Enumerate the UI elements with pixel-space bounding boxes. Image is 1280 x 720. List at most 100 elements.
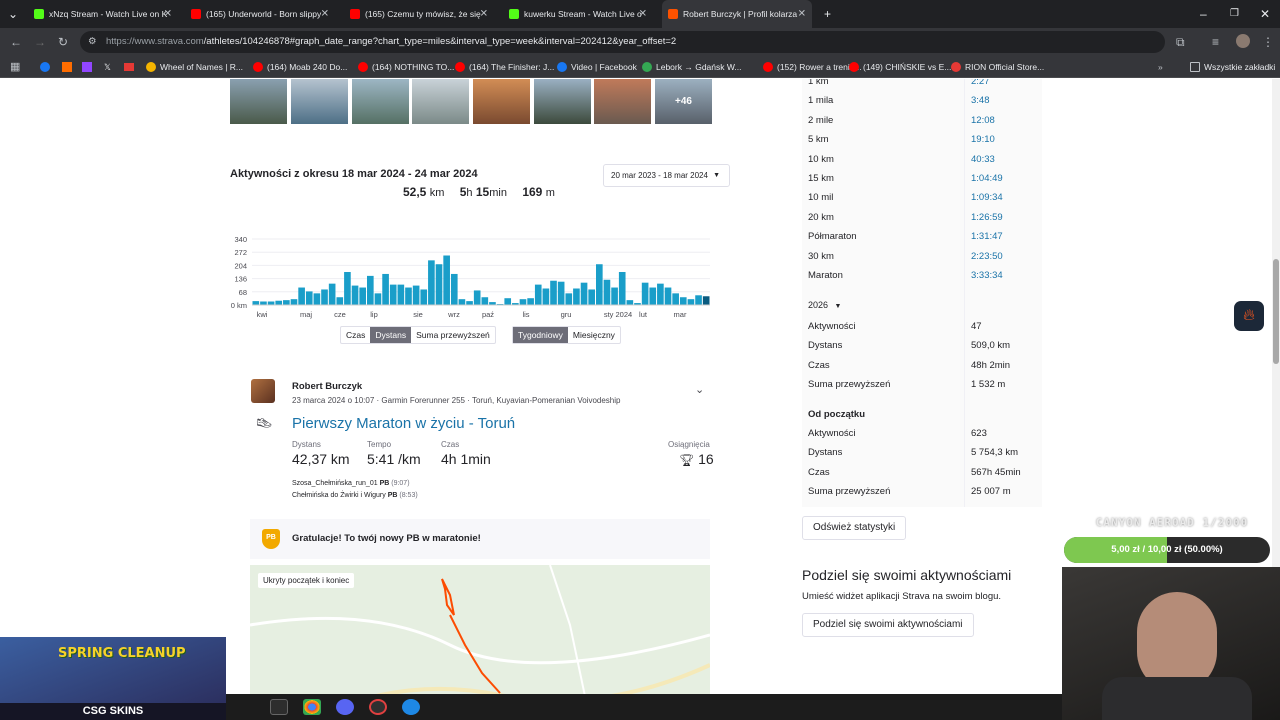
chart-bar[interactable] [534, 284, 542, 305]
bookmark-item[interactable]: Lebork → Gdańsk W... [642, 56, 742, 78]
best-effort-link[interactable]: 40:33 [971, 150, 995, 169]
browser-tab[interactable]: kuwerku Stream - Watch Live o ✕ [503, 4, 653, 24]
address-bar[interactable]: ⚙ https://www.strava.com/athletes/104246… [80, 31, 1165, 53]
chart-bar[interactable] [573, 288, 580, 306]
chart-bar[interactable] [611, 287, 618, 305]
best-effort-link[interactable]: 3:48 [971, 91, 990, 110]
chart-bar[interactable] [702, 296, 710, 305]
tab-close-icon[interactable]: ✕ [798, 9, 806, 20]
bookmark-item[interactable]: (164) The Finisher: J... [455, 56, 554, 78]
bookmark-item[interactable]: (149) CHIŃSKIE vs E... [849, 56, 951, 78]
chart-bar[interactable] [565, 293, 573, 305]
chart-bar[interactable] [290, 299, 298, 305]
chart-bar[interactable] [412, 285, 420, 305]
chart-bar[interactable] [519, 299, 527, 305]
more-photos-button[interactable]: +46 [655, 79, 712, 124]
all-bookmarks[interactable]: Wszystkie zakładki [1190, 56, 1275, 78]
back-icon[interactable]: ← [10, 28, 22, 56]
metric-elevation-button[interactable]: Suma przewyższeń [411, 327, 495, 343]
chart-bar[interactable] [405, 287, 412, 305]
menu-icon[interactable]: ⋮ [1262, 28, 1274, 56]
chart-bar[interactable] [695, 295, 702, 305]
reload-icon[interactable]: ↻ [58, 28, 68, 56]
chart-bar[interactable] [351, 285, 359, 305]
best-effort-link[interactable]: 19:10 [971, 130, 995, 149]
chart-bar[interactable] [305, 291, 313, 305]
browser-tab[interactable]: xNzq Stream - Watch Live on K ✕ [28, 4, 178, 24]
photo-thumb[interactable] [594, 79, 651, 124]
bookmark-item[interactable]: Video | Facebook [557, 56, 637, 78]
orange-app-icon[interactable] [62, 62, 72, 72]
bookmark-item[interactable]: (164) NOTHING TO... [358, 56, 454, 78]
chart-bar[interactable] [389, 284, 397, 305]
chart-bar[interactable] [664, 287, 672, 305]
chart-bar[interactable] [298, 287, 305, 305]
chart-bar[interactable] [542, 288, 550, 306]
media-icon[interactable]: ≡ [1212, 28, 1219, 56]
twitch-icon[interactable] [82, 62, 92, 72]
browser-tab[interactable]: Robert Burczyk | Profil kolarza ✕ [662, 0, 812, 28]
share-activities-button[interactable]: Podziel się swoimi aktywnościami [802, 613, 974, 637]
photo-thumb[interactable] [230, 79, 287, 124]
chart-bar[interactable] [367, 275, 374, 305]
interval-weekly-button[interactable]: Tygodniowy [513, 327, 568, 343]
best-effort-link[interactable]: 2:27 [971, 79, 990, 91]
chart-bar[interactable] [428, 260, 435, 305]
chart-bar[interactable] [603, 279, 611, 305]
best-effort-link[interactable]: 3:33:34 [971, 266, 1003, 285]
app-icon[interactable] [402, 699, 420, 715]
best-effort-link[interactable]: 1:04:49 [971, 169, 1003, 188]
chart-bar[interactable] [321, 289, 328, 305]
close-window-icon[interactable]: ✕ [1260, 0, 1270, 28]
chart-bar[interactable] [618, 272, 626, 305]
chart-bar[interactable] [596, 264, 603, 305]
tab-close-icon[interactable]: ✕ [639, 9, 647, 20]
photo-thumb[interactable] [534, 79, 591, 124]
terminal-icon[interactable] [270, 699, 288, 715]
chrome-icon[interactable] [303, 699, 321, 715]
chart-bar[interactable] [466, 301, 473, 305]
date-range-select[interactable]: 20 mar 2023 - 18 mar 2024 ▼ [603, 164, 730, 187]
chart-bar[interactable] [450, 273, 458, 305]
bookmark-item[interactable]: Wheel of Names | R... [146, 56, 243, 78]
site-info-icon[interactable]: ⚙ [88, 31, 97, 53]
chart-bar[interactable] [657, 283, 664, 305]
chart-bar[interactable] [374, 293, 382, 305]
chart-bar[interactable] [641, 282, 649, 305]
flame-extension-icon[interactable]: 🔥︎ [1234, 301, 1264, 331]
best-effort-link[interactable]: 1:31:47 [971, 227, 1003, 246]
tab-close-icon[interactable]: ✕ [480, 9, 488, 20]
obs-icon[interactable] [369, 699, 387, 715]
scrollbar-thumb[interactable] [1273, 259, 1279, 364]
chart-bar[interactable] [443, 255, 450, 306]
best-effort-link[interactable]: 1:26:59 [971, 208, 1003, 227]
metric-time-button[interactable]: Czas [341, 327, 370, 343]
apps-icon[interactable]: ▦ [10, 56, 20, 78]
chart-bar[interactable] [336, 297, 344, 305]
interval-monthly-button[interactable]: Miesięczny [568, 327, 620, 343]
tab-close-icon[interactable]: ✕ [164, 9, 172, 20]
mail-icon[interactable] [124, 63, 134, 71]
athlete-avatar[interactable] [251, 379, 275, 403]
bookmark-item[interactable]: (164) Moab 240 Do... [253, 56, 347, 78]
chart-bar[interactable] [458, 299, 466, 305]
metric-distance-button[interactable]: Dystans [370, 327, 412, 343]
discord-icon[interactable] [336, 699, 354, 715]
photo-thumb[interactable] [473, 79, 530, 124]
new-tab-icon[interactable]: + [824, 0, 831, 28]
chart-bar[interactable] [313, 293, 321, 305]
browser-tab[interactable]: (165) Czemu ty mówisz, że się ✕ [344, 4, 494, 24]
year-select[interactable]: 2026 ▼ [808, 300, 841, 310]
best-effort-link[interactable]: 1:09:34 [971, 188, 1003, 207]
chart-bar[interactable] [588, 289, 595, 305]
profile-avatar[interactable] [1236, 34, 1250, 48]
chart-bar[interactable] [687, 299, 695, 305]
athlete-name[interactable]: Robert Burczyk [292, 381, 362, 392]
photo-thumb[interactable] [352, 79, 409, 124]
options-chevron-icon[interactable]: ⌄ [695, 383, 704, 396]
chart-bar[interactable] [504, 298, 512, 305]
restore-icon[interactable]: ❐ [1230, 0, 1239, 28]
activity-title-link[interactable]: Pierwszy Maraton w życiu - Toruń [292, 415, 515, 432]
minimize-icon[interactable]: – [1200, 0, 1207, 28]
chart-bar[interactable] [420, 289, 428, 305]
